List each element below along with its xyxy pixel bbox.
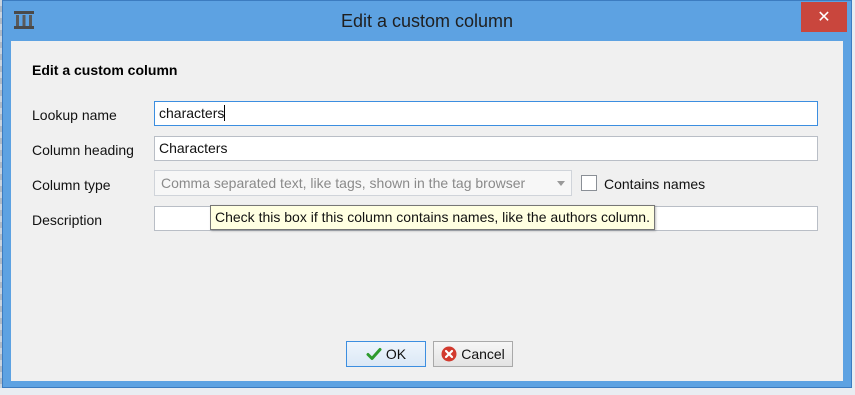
contains-names-checkbox[interactable] [581,175,597,191]
lookup-name-label: Lookup name [32,107,117,123]
column-heading-input[interactable]: Characters [154,136,818,161]
title-bar[interactable]: Edit a custom column ✕ [3,1,851,41]
lookup-name-value: characters [159,105,225,121]
column-type-value: Comma separated text, like tags, shown i… [161,175,526,191]
background-window-bottom [0,388,855,395]
cancel-icon [441,346,457,362]
tooltip: Check this box if this column contains n… [210,205,655,230]
column-type-select[interactable]: Comma separated text, like tags, shown i… [154,170,572,196]
contains-names-label[interactable]: Contains names [604,176,705,192]
ok-button[interactable]: OK [346,341,426,367]
close-button[interactable]: ✕ [801,2,847,32]
description-label: Description [32,212,103,228]
section-title: Edit a custom column [32,62,178,78]
chevron-down-icon [557,181,565,186]
lookup-name-input[interactable]: characters [154,101,818,126]
close-icon: ✕ [817,7,831,26]
column-heading-label: Column heading [32,142,134,158]
dialog-window: Edit a custom column ✕ Edit a custom col… [2,0,852,388]
window-title: Edit a custom column [340,11,514,31]
checkmark-icon [366,346,382,362]
dialog-body: Edit a custom column Lookup name charact… [11,41,843,381]
cancel-button[interactable]: Cancel [433,341,513,367]
cancel-label: Cancel [461,346,505,362]
text-caret [224,105,226,121]
ok-label: OK [385,346,407,362]
column-type-label: Column type [32,177,111,193]
